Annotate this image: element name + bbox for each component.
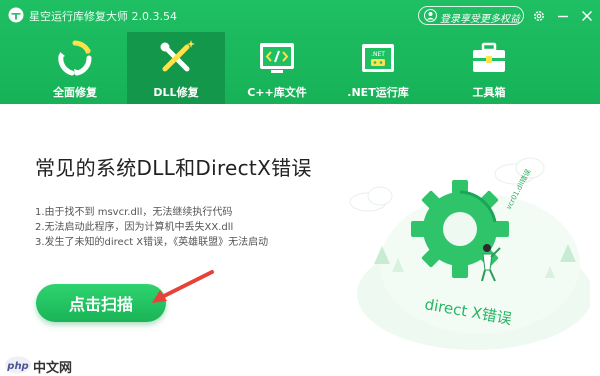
php-logo-text: php xyxy=(6,361,28,372)
header: 星空运行库修复大师 2.0.3.54 登录享受更多权益 全面修复 DLL修复 C… xyxy=(0,0,600,104)
tab-full-repair[interactable]: 全面修复 xyxy=(26,32,124,104)
tab-net-runtime[interactable]: .NET .NET运行库 xyxy=(329,32,427,104)
watermark: php 中文网 xyxy=(4,356,84,376)
app-logo-icon xyxy=(8,7,24,23)
recycle-icon xyxy=(58,40,92,76)
php-logo-icon: php xyxy=(5,356,31,374)
svg-text:.NET: .NET xyxy=(371,51,385,58)
tab-label: .NET运行库 xyxy=(347,86,409,99)
red-arrow-icon xyxy=(152,270,214,303)
tab-toolbox[interactable]: 工具箱 xyxy=(440,32,538,104)
title-bar: 星空运行库修复大师 2.0.3.54 登录享受更多权益 xyxy=(0,0,600,30)
tab-label: 全面修复 xyxy=(53,86,97,99)
error-item: 1.由于找不到 msvcr.dll，无法继续执行代码 xyxy=(35,207,233,218)
watermark-text: 中文网 xyxy=(33,361,73,376)
user-icon xyxy=(424,9,437,22)
net-window-icon: .NET xyxy=(362,44,394,72)
app-window: 星空运行库修复大师 2.0.3.54 登录享受更多权益 全面修复 DLL修复 C… xyxy=(0,0,600,376)
tab-cpp-library[interactable]: C++库文件 xyxy=(228,32,326,104)
page-title: 常见的系统DLL和DirectX错误 xyxy=(35,156,312,180)
toolbox-icon xyxy=(473,42,505,72)
wrench-screwdriver-icon xyxy=(160,40,195,72)
app-title: 星空运行库修复大师 2.0.3.54 xyxy=(29,10,177,23)
cloud-icon xyxy=(349,186,393,212)
login-label: 登录享受更多权益 xyxy=(440,14,520,25)
main-panel: 常见的系统DLL和DirectX错误 1.由于找不到 msvcr.dll，无法继… xyxy=(0,104,600,376)
tab-label: DLL修复 xyxy=(153,86,199,99)
dll-error-illustration: vcr01.dll错误 direct X错误 xyxy=(349,157,590,350)
tab-label: 工具箱 xyxy=(472,86,506,99)
tab-label: C++库文件 xyxy=(247,86,307,99)
tab-dll-repair[interactable]: DLL修复 xyxy=(127,32,225,104)
code-window-icon xyxy=(260,43,294,73)
close-icon[interactable] xyxy=(580,9,594,23)
error-item: 3.发生了未知的direct X错误，《英雄联盟》无法启动 xyxy=(35,237,269,248)
minimize-icon[interactable] xyxy=(556,9,570,23)
settings-gear-icon[interactable] xyxy=(532,9,546,23)
login-button[interactable]: 登录享受更多权益 xyxy=(418,6,524,25)
error-item: 2.无法启动此程序，因为计算机中丢失XX.dll xyxy=(35,222,234,233)
